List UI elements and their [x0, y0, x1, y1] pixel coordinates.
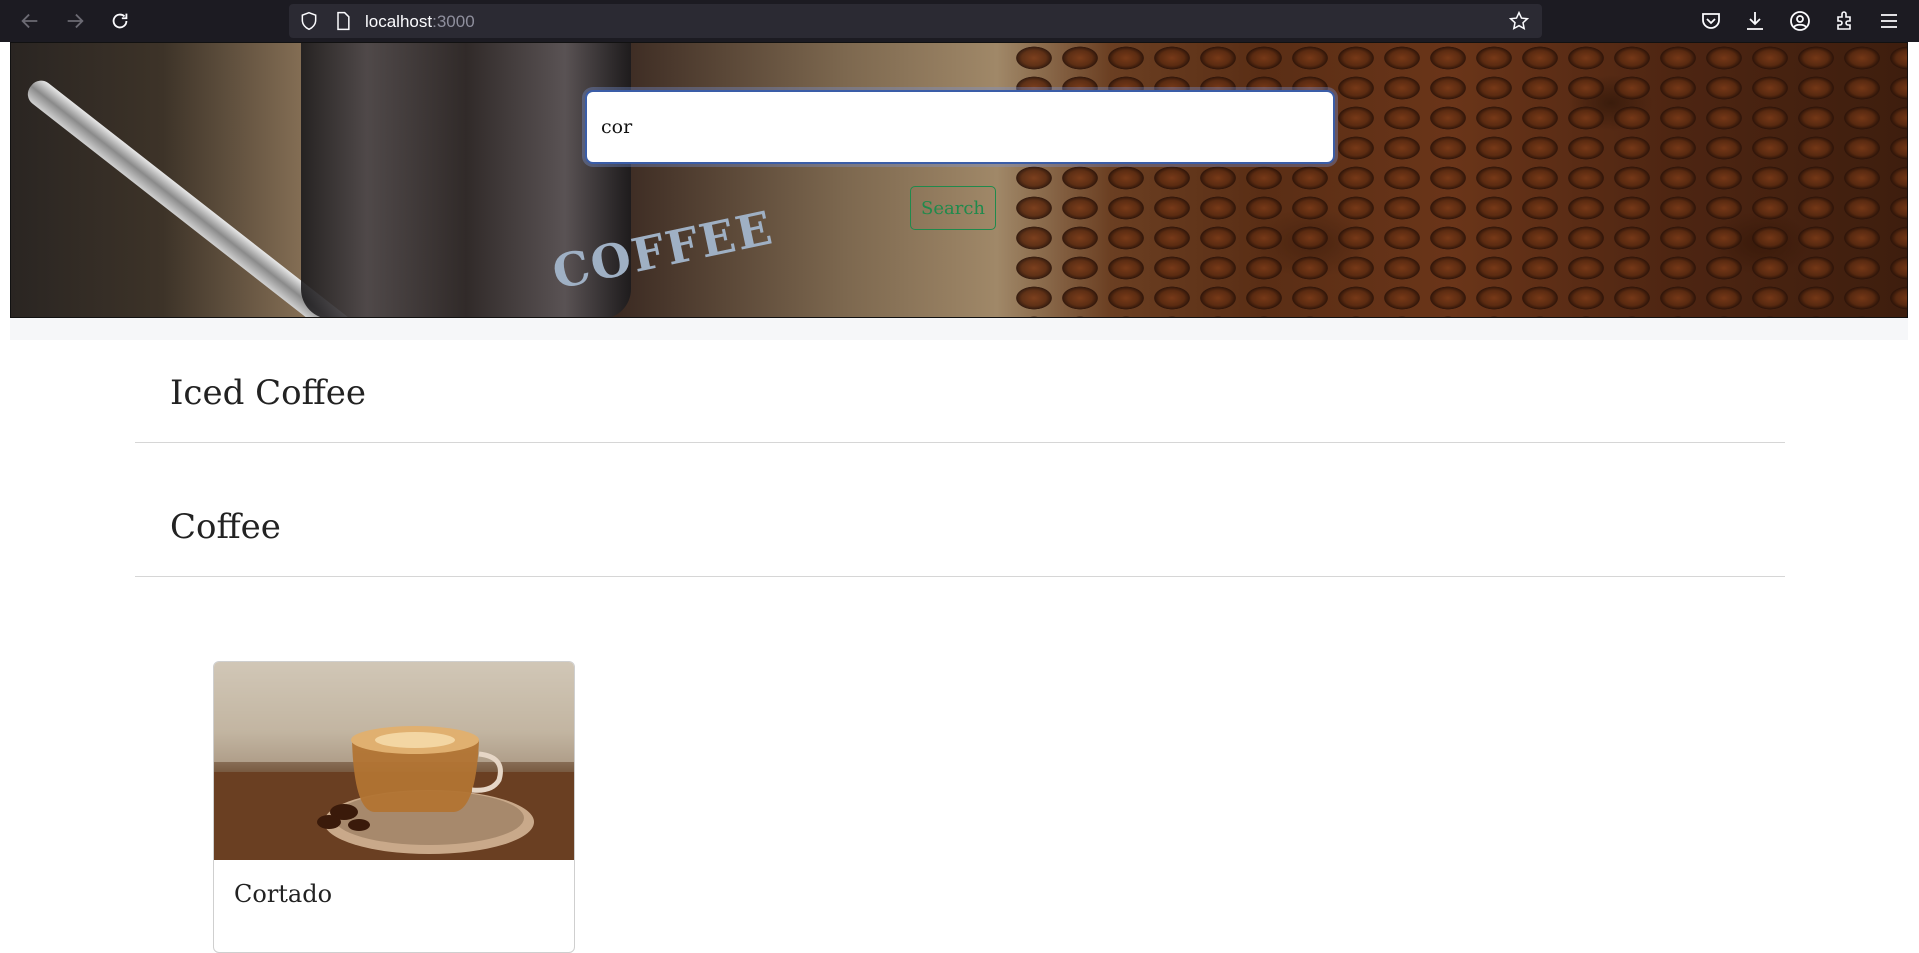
- bookmark-star-icon[interactable]: [1509, 11, 1529, 31]
- account-icon[interactable]: [1788, 9, 1812, 33]
- category-heading: Iced Coffee: [170, 373, 367, 413]
- arrow-left-icon: [21, 13, 38, 29]
- arrow-right-icon: [67, 13, 84, 29]
- category-heading: Coffee: [170, 507, 281, 547]
- menu-icon[interactable]: [1877, 9, 1901, 33]
- address-bar[interactable]: localhost:3000: [289, 4, 1542, 38]
- hero-banner: COFFEE: [10, 42, 1908, 318]
- browser-toolbar: localhost:3000: [0, 0, 1919, 42]
- url-port: :3000: [432, 12, 475, 31]
- coffee-cup-illustration: [214, 662, 574, 860]
- product-title: Cortado: [234, 880, 333, 908]
- url-host: localhost: [365, 12, 433, 31]
- page-icon[interactable]: [333, 11, 353, 31]
- divider-strip: [10, 318, 1908, 340]
- back-button[interactable]: [16, 7, 44, 35]
- product-image: [214, 662, 574, 860]
- reload-icon: [112, 13, 128, 29]
- search-input[interactable]: [585, 90, 1335, 164]
- reload-button[interactable]: [106, 7, 134, 35]
- product-card[interactable]: Cortado: [213, 661, 575, 953]
- category-section: Coffee: [135, 507, 1785, 577]
- shield-icon[interactable]: [299, 11, 319, 31]
- search-button[interactable]: Search: [910, 186, 996, 230]
- pocket-icon[interactable]: [1699, 9, 1723, 33]
- extensions-icon[interactable]: [1833, 9, 1857, 33]
- category-section: Iced Coffee: [135, 373, 1785, 443]
- url-text[interactable]: localhost:3000: [365, 12, 475, 32]
- forward-button[interactable]: [61, 7, 89, 35]
- download-icon[interactable]: [1743, 9, 1767, 33]
- hero-beans-graphic: [1011, 43, 1907, 317]
